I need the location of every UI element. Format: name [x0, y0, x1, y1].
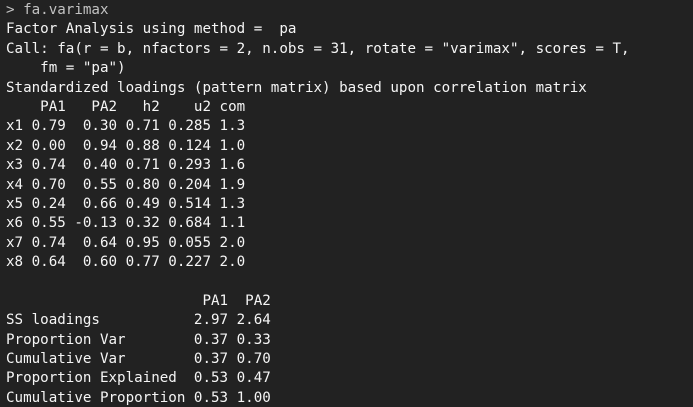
output-loadings-title: Standardized loadings (pattern matrix) b…	[6, 79, 587, 96]
variance-table-header: PA1 PA2	[6, 292, 271, 309]
loadings-table-row: x4 0.70 0.55 0.80 0.204 1.9	[6, 176, 246, 193]
variance-table-row: Proportion Var 0.37 0.33	[6, 331, 271, 348]
command-text: fa.varimax	[23, 2, 109, 18]
loadings-table-row: x1 0.79 0.30 0.71 0.285 1.3	[6, 118, 246, 135]
output-method-line: Factor Analysis using method = pa	[6, 21, 297, 38]
loadings-table-header: PA1 PA2 h2 u2 com	[6, 98, 246, 115]
loadings-table-row: x6 0.55 -0.13 0.32 0.684 1.1	[6, 215, 246, 232]
r-console-output[interactable]: > fa.varimax Factor Analysis using metho…	[0, 0, 693, 407]
variance-table-row: Cumulative Var 0.37 0.70	[6, 351, 271, 368]
loadings-table-row: x3 0.74 0.40 0.71 0.293 1.6	[6, 157, 246, 174]
prompt-symbol: >	[6, 2, 15, 18]
output-call-continuation: fm = "pa")	[6, 60, 126, 77]
loadings-table-row: x5 0.24 0.66 0.49 0.514 1.3	[6, 195, 246, 212]
command-line: > fa.varimax	[6, 1, 693, 20]
variance-table-row: SS loadings 2.97 2.64	[6, 312, 271, 329]
loadings-table-row: x2 0.00 0.94 0.88 0.124 1.0	[6, 137, 246, 154]
variance-table-row: Cumulative Proportion 0.53 1.00	[6, 389, 271, 406]
loadings-table-row: x8 0.64 0.60 0.77 0.227 2.0	[6, 254, 246, 271]
variance-table-row: Proportion Explained 0.53 0.47	[6, 370, 271, 387]
loadings-table-row: x7 0.74 0.64 0.95 0.055 2.0	[6, 234, 246, 251]
output-call-line: Call: fa(r = b, nfactors = 2, n.obs = 31…	[6, 40, 639, 57]
